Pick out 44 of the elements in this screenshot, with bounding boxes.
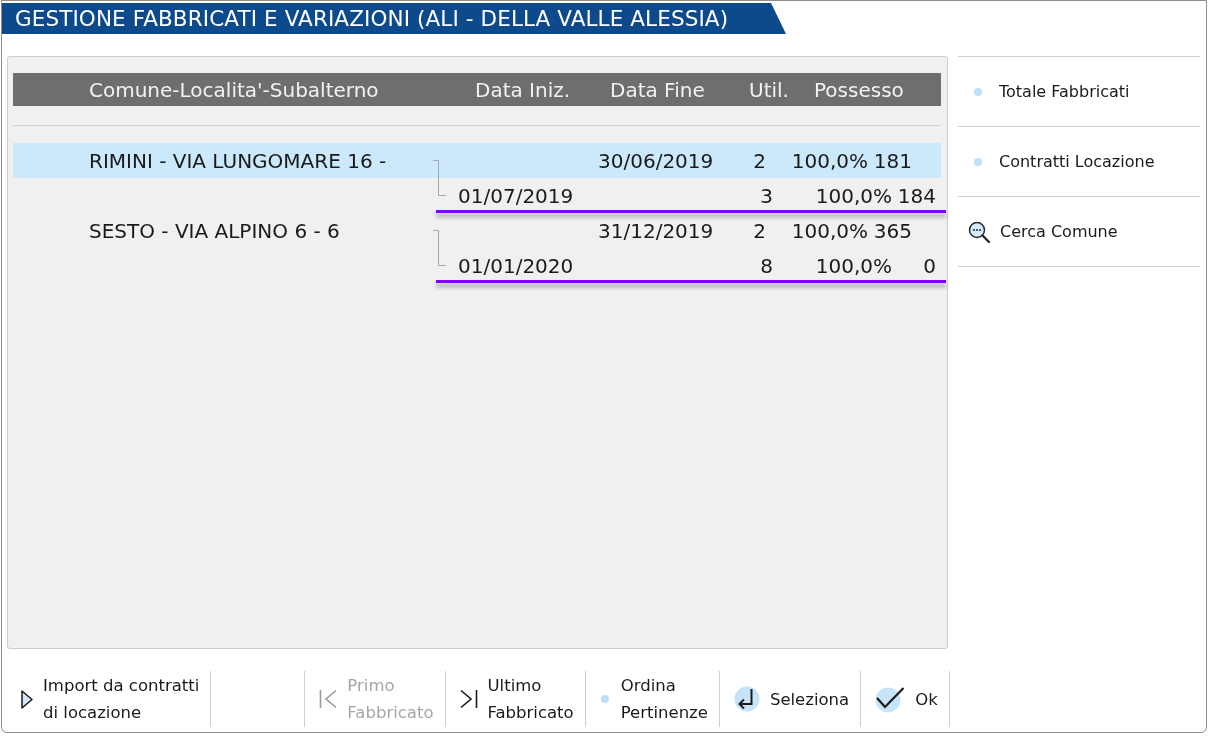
dot-icon	[600, 695, 609, 703]
triangle-icon	[21, 689, 33, 709]
table-row[interactable]: RIMINI - VIA LUNGOMARE 16 - 30/06/2019 2 100,0% 181	[13, 143, 941, 178]
sidebar-button[interactable]: Contratti Locazione	[958, 127, 1200, 197]
table-row[interactable]: SESTO - VIA ALPINO 6 - 6 31/12/2019 2 100,0% 365	[13, 213, 941, 248]
column-header[interactable]: Util.	[749, 77, 814, 102]
skip-first-icon	[319, 689, 338, 709]
table-cell-text: 100,0%	[814, 183, 892, 208]
toolbar-button[interactable]: Ok	[861, 671, 950, 727]
table-cell-text: 2	[752, 218, 766, 243]
table-cell-text: 01/01/2020	[458, 253, 575, 278]
table-cell-text: 100,0%	[790, 218, 868, 243]
table-cell-text: 184	[896, 183, 936, 208]
checkmark-icon	[875, 685, 906, 713]
skip-last-icon	[459, 689, 478, 709]
column-header[interactable]: Possesso	[814, 77, 941, 102]
toolbar-button[interactable]: Ultimo Fabbricato	[445, 671, 586, 727]
toolbar-button[interactable]: Seleziona	[719, 671, 862, 727]
table-cell-text: SESTO - VIA ALPINO 6 - 6	[88, 218, 341, 243]
table-cell-text: 100,0%	[814, 253, 892, 278]
dot-icon	[974, 157, 982, 166]
table-cell-text: 30/06/2019	[598, 148, 715, 173]
window-title: GESTIONE FABBRICATI E VARIAZIONI (ALI - DELLA VALLE ALESSIA)	[15, 6, 729, 31]
column-header[interactable]: Comune-Localita'-Subalterno	[13, 77, 475, 102]
table-cell-text: 3	[759, 183, 773, 208]
tree-branch-icon	[433, 160, 446, 196]
column-header[interactable]: Data Fine	[610, 77, 749, 102]
table-cell-text: 8	[759, 253, 773, 278]
dot-icon	[974, 87, 982, 96]
table-cell-text: 01/07/2019	[458, 183, 575, 208]
table-cell-text: 100,0%	[790, 148, 868, 173]
toolbar-button[interactable]: Import da contratti di locazione	[7, 671, 212, 727]
column-header[interactable]: Data Iniz.	[475, 77, 610, 102]
toolbar-button[interactable]: Ordina Pertinenze	[585, 671, 720, 727]
table-cell-text: RIMINI - VIA LUNGOMARE 16 -	[88, 148, 388, 173]
table-cell-text: 2	[752, 148, 766, 173]
tree-branch-icon	[433, 230, 446, 266]
sidebar-button[interactable]: Totale Fabbricati	[958, 57, 1200, 127]
table-cell-text: 0	[922, 253, 936, 278]
sidebar-button[interactable]: Cerca Comune	[958, 197, 1200, 267]
table-cell-text: 31/12/2019	[598, 218, 715, 243]
table-cell-text: 181	[872, 148, 912, 173]
search-icon	[968, 220, 990, 243]
table-cell-text: 365	[872, 218, 912, 243]
